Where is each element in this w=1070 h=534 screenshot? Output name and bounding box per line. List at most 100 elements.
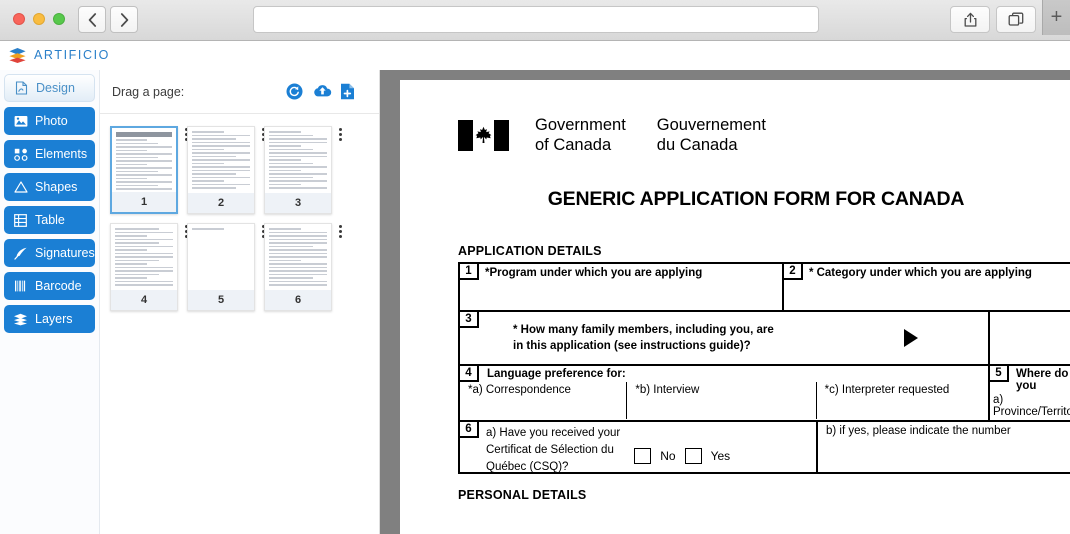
- sidebar-item-label: Photo: [35, 114, 68, 128]
- field-5-where-do-you: 5 Where do you a) Province/Territor: [990, 366, 1070, 420]
- cloud-upload-icon[interactable]: [313, 83, 332, 100]
- field-4a-correspondence[interactable]: *a) Correspondence: [460, 382, 628, 420]
- page-thumbnail-1[interactable]: 1: [110, 126, 178, 214]
- csq-yes-checkbox[interactable]: [684, 448, 702, 465]
- signature-quill-icon: [13, 246, 28, 261]
- window-close-button[interactable]: [13, 13, 25, 25]
- browser-navigation: [78, 6, 138, 33]
- page-thumbnail-5[interactable]: 5: [187, 223, 255, 311]
- field-4b-interview[interactable]: *b) Interview: [627, 382, 817, 420]
- pages-toolbar: Drag a page:: [100, 70, 379, 114]
- field-3-answer-box[interactable]: [990, 312, 1070, 364]
- back-button[interactable]: [78, 6, 106, 33]
- window-maximize-button[interactable]: [53, 13, 65, 25]
- application-details-table: 1 *Program under which you are applying …: [458, 262, 1070, 475]
- sidebar-item-design[interactable]: Design: [4, 74, 95, 102]
- browser-toolbar-right: +: [950, 0, 1070, 35]
- tabs-overview-button[interactable]: [996, 6, 1036, 33]
- sidebar-item-photo[interactable]: Photo: [4, 107, 95, 135]
- tool-sidebar: Design Photo Elements Shapes Table Signa…: [0, 70, 100, 534]
- sidebar-item-barcode[interactable]: Barcode: [4, 272, 95, 300]
- field-6b-csq-number[interactable]: b) if yes, please indicate the number: [818, 422, 1070, 472]
- tabs-overview-icon: [1008, 12, 1024, 26]
- field-4c-interpreter[interactable]: *c) Interpreter requested: [817, 382, 988, 419]
- rotate-refresh-icon[interactable]: [286, 83, 303, 100]
- csq-yes-label: Yes: [710, 449, 731, 464]
- field-6a-csq-question: 6 a) Have you received your Certificat d…: [460, 422, 818, 473]
- field-label: b) if yes, please indicate the number: [826, 425, 1011, 438]
- csq-no-checkbox[interactable]: [634, 448, 652, 465]
- form-row-csq: 6 a) Have you received your Certificat d…: [460, 422, 1070, 475]
- page-thumbnail-4[interactable]: 4: [110, 223, 178, 311]
- canada-flag-icon: [458, 119, 509, 151]
- thumbnail-item: 6: [264, 223, 342, 311]
- form-row-language-location: 4 Language preference for: *a) Correspon…: [460, 366, 1070, 423]
- document-canvas[interactable]: Government of Canada Gouvernement du Can…: [380, 70, 1070, 534]
- field-label: Language preference for:: [487, 368, 626, 381]
- share-button[interactable]: [950, 6, 990, 33]
- section-application-details: APPLICATION DETAILS: [458, 244, 602, 259]
- wordmark-text: Government of Canada Gouvernement du Can…: [535, 115, 766, 155]
- elements-icon: [13, 147, 28, 162]
- government-of-canada-wordmark: Government of Canada Gouvernement du Can…: [458, 115, 1070, 155]
- page-number: 4: [111, 290, 177, 310]
- page-thumbnail-2[interactable]: 2: [187, 126, 255, 214]
- shapes-triangle-icon: [13, 180, 28, 195]
- thumbnail-item: 4: [110, 223, 188, 311]
- field-number: 6: [460, 422, 479, 439]
- sidebar-item-layers[interactable]: Layers: [4, 305, 95, 333]
- page-number: 2: [188, 193, 254, 213]
- pages-actions: [286, 83, 357, 100]
- maple-leaf-icon: [475, 126, 492, 144]
- page-thumbnail-6[interactable]: 6: [264, 223, 332, 311]
- share-icon: [964, 12, 976, 27]
- page-thumbnail-3[interactable]: 3: [264, 126, 332, 214]
- thumbnail-menu-button[interactable]: [339, 225, 342, 238]
- sidebar-item-label: Barcode: [35, 279, 82, 293]
- field-4-language-preference: 4 Language preference for: *a) Correspon…: [460, 366, 990, 421]
- layers-stack-logo-icon: [9, 47, 26, 63]
- brand-name: ARTIFICIO: [34, 48, 110, 62]
- sidebar-item-table[interactable]: Table: [4, 206, 95, 234]
- drag-page-label: Drag a page:: [112, 84, 185, 99]
- new-tab-button[interactable]: +: [1042, 0, 1070, 35]
- sidebar-item-elements[interactable]: Elements: [4, 140, 95, 168]
- thumbnail-item: 1: [110, 126, 188, 214]
- csq-no-label: No: [660, 449, 676, 464]
- forward-button[interactable]: [110, 6, 138, 33]
- sidebar-item-label: Layers: [35, 312, 73, 326]
- table-grid-icon: [13, 213, 28, 228]
- brand-logo[interactable]: ARTIFICIO: [8, 47, 110, 64]
- wordmark-french: Gouvernement du Canada: [656, 116, 766, 155]
- field-label: * Category under which you are applying: [808, 267, 1032, 280]
- add-page-icon[interactable]: [340, 83, 357, 100]
- thumbnail-menu-button[interactable]: [339, 128, 342, 141]
- form-row-family-members: 3 * How many family members, including y…: [460, 312, 1070, 367]
- window-traffic-lights: [13, 13, 65, 25]
- field-number: 3: [460, 312, 479, 329]
- pdf-page-1[interactable]: Government of Canada Gouvernement du Can…: [400, 80, 1070, 534]
- field-number: 4: [460, 366, 479, 383]
- section-personal-details: PERSONAL DETAILS: [458, 488, 587, 503]
- sidebar-item-shapes[interactable]: Shapes: [4, 173, 95, 201]
- window-minimize-button[interactable]: [33, 13, 45, 25]
- field-number: 1: [460, 264, 479, 281]
- app-header: ARTIFICIO: [0, 41, 1070, 70]
- field-label: *Program under which you are applying: [485, 267, 703, 280]
- field-1-program[interactable]: 1 *Program under which you are applying: [460, 264, 784, 311]
- thumbnail-item: 5: [187, 223, 265, 311]
- barcode-icon: [13, 279, 28, 294]
- page-number: 3: [265, 193, 331, 213]
- page-number: 6: [265, 290, 331, 310]
- sidebar-item-label: Table: [35, 213, 65, 227]
- address-bar[interactable]: [253, 6, 819, 33]
- sidebar-item-signatures[interactable]: Signatures: [4, 239, 95, 267]
- sidebar-item-label: Shapes: [35, 180, 78, 194]
- page-number: 1: [112, 192, 176, 212]
- form-row-program-category: 1 *Program under which you are applying …: [460, 264, 1070, 313]
- field-3-family-members[interactable]: 3 * How many family members, including y…: [460, 312, 990, 365]
- field-2-category[interactable]: 2 * Category under which you are applyin…: [783, 264, 1070, 310]
- thumbnail-item: 2: [187, 126, 265, 214]
- field-5a-province-territory[interactable]: a) Province/Territor: [990, 394, 1070, 418]
- sidebar-item-label: Signatures: [35, 246, 95, 260]
